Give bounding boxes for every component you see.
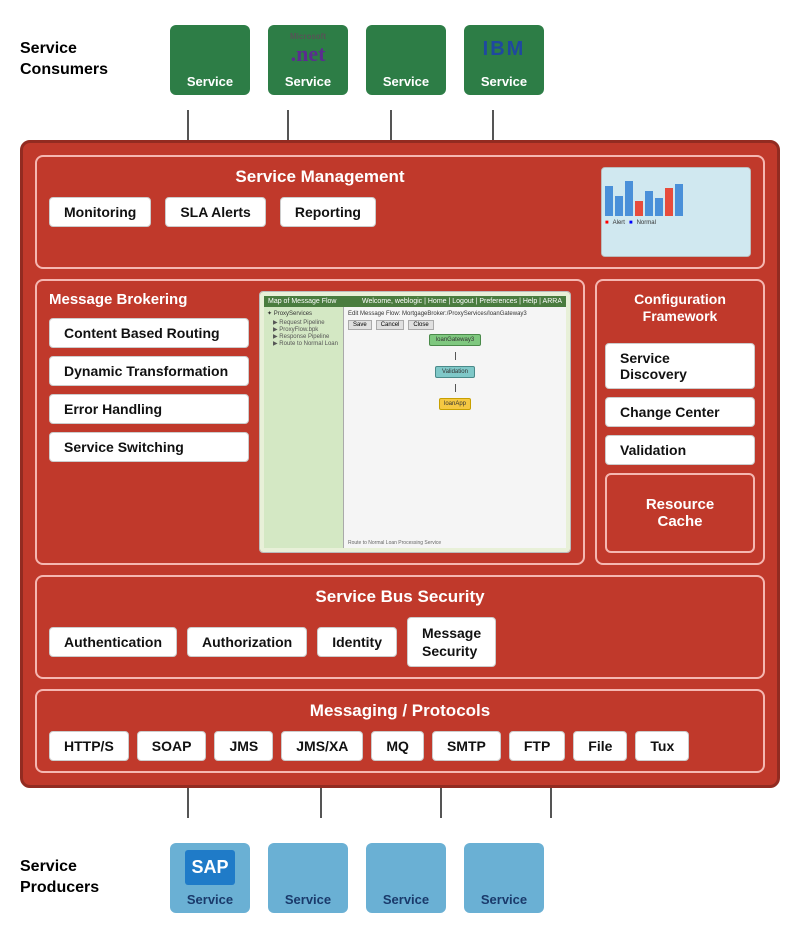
- service-bus-security-title: Service Bus Security: [49, 587, 751, 607]
- service-management-section: Service Management Monitoring SLA Alerts…: [35, 155, 765, 269]
- bottom-connector-3: [440, 788, 442, 818]
- service-producers-label: ServiceProducers: [20, 857, 140, 899]
- reporting-box: Reporting: [280, 197, 376, 227]
- bottom-connector-4: [550, 788, 552, 818]
- sm-screenshot-inner: ■Alert ■Normal: [602, 168, 750, 256]
- mp-items: HTTP/S SOAP JMS JMS/XA MQ SMTP FTP File …: [49, 731, 751, 761]
- service-producers-section: ServiceProducers SAP Service Service Ser…: [0, 818, 800, 928]
- main-panel: Service Management Monitoring SLA Alerts…: [20, 140, 780, 788]
- producer-service-2-label: Service: [285, 892, 331, 907]
- authentication-box: Authentication: [49, 627, 177, 657]
- producer-service-1-label: Service: [187, 892, 233, 907]
- sbs-items: Authentication Authorization Identity Me…: [49, 617, 751, 667]
- cbr-box: Content Based Routing: [49, 318, 249, 348]
- service-producers-boxes: SAP Service Service Service Service: [170, 843, 544, 913]
- dt-box: Dynamic Transformation: [49, 356, 249, 386]
- sla-alerts-box: SLA Alerts: [165, 197, 266, 227]
- consumer-service-3-label: Service: [383, 74, 429, 89]
- mb-screenshot-content: Map of Message Flow Welcome, weblogic | …: [260, 292, 570, 552]
- bottom-connector-2: [320, 788, 322, 818]
- ss-box: Service Switching: [49, 432, 249, 462]
- message-brokering-title: Message Brokering: [49, 291, 249, 308]
- producer-service-2: Service: [268, 843, 348, 913]
- bottom-connectors: [20, 788, 780, 818]
- service-management-title: Service Management: [49, 167, 591, 187]
- consumer-service-2: Microsoft .net Service: [268, 25, 348, 95]
- message-brokering-section: Message Brokering Content Based Routing …: [35, 279, 585, 565]
- tux-box: Tux: [635, 731, 689, 761]
- identity-box: Identity: [317, 627, 397, 657]
- producer-service-4: Service: [464, 843, 544, 913]
- file-box: File: [573, 731, 627, 761]
- message-brokering-screenshot: Map of Message Flow Welcome, weblogic | …: [259, 291, 571, 553]
- smtp-box: SMTP: [432, 731, 501, 761]
- consumer-service-4: IBM Service: [464, 25, 544, 95]
- connector-4: [492, 110, 494, 140]
- producer-service-3: Service: [366, 843, 446, 913]
- service-bus-security-section: Service Bus Security Authentication Auth…: [35, 575, 765, 679]
- consumer-service-3: Service: [366, 25, 446, 95]
- service-management-screenshot: ■Alert ■Normal: [601, 167, 751, 257]
- eh-box: Error Handling: [49, 394, 249, 424]
- monitoring-box: Monitoring: [49, 197, 151, 227]
- bottom-connector-1: [187, 788, 189, 818]
- mq-box: MQ: [371, 731, 424, 761]
- top-connectors: [20, 110, 780, 140]
- consumer-service-4-label: Service: [481, 74, 527, 89]
- middle-row: Message Brokering Content Based Routing …: [35, 279, 765, 565]
- service-consumers-section: ServiceConsumers Service Microsoft .net …: [0, 0, 800, 110]
- ftp-box: FTP: [509, 731, 565, 761]
- producer-service-4-label: Service: [481, 892, 527, 907]
- consumer-service-1: Service: [170, 25, 250, 95]
- jms-box: JMS: [214, 731, 273, 761]
- authorization-box: Authorization: [187, 627, 307, 657]
- producer-service-1: SAP Service: [170, 843, 250, 913]
- messaging-protocols-title: Messaging / Protocols: [49, 701, 751, 721]
- producer-service-3-label: Service: [383, 892, 429, 907]
- resource-cache-label: ResourceCache: [646, 496, 714, 530]
- https-box: HTTP/S: [49, 731, 129, 761]
- soap-box: SOAP: [137, 731, 207, 761]
- connector-2: [287, 110, 289, 140]
- connector-1: [187, 110, 189, 140]
- service-consumers-boxes: Service Microsoft .net Service Service I…: [170, 25, 544, 95]
- message-brokering-left: Message Brokering Content Based Routing …: [49, 291, 249, 553]
- jmsxa-box: JMS/XA: [281, 731, 363, 761]
- service-management-items: Monitoring SLA Alerts Reporting: [49, 197, 591, 227]
- consumer-service-4-icon: IBM: [479, 25, 529, 74]
- connector-3: [390, 110, 392, 140]
- consumer-service-2-icon: Microsoft .net: [283, 25, 333, 74]
- message-security-box: MessageSecurity: [407, 617, 496, 667]
- messaging-protocols-section: Messaging / Protocols HTTP/S SOAP JMS JM…: [35, 689, 765, 773]
- service-discovery-box: Service Discovery: [605, 343, 755, 389]
- message-brokering-items: Content Based Routing Dynamic Transforma…: [49, 318, 249, 462]
- consumer-service-2-label: Service: [285, 74, 331, 89]
- config-framework-section: Configuration Framework Service Discover…: [595, 279, 765, 565]
- validation-box: Validation: [605, 435, 755, 465]
- change-center-box: Change Center: [605, 397, 755, 427]
- producer-service-1-icon: SAP: [185, 843, 235, 892]
- service-consumers-label: ServiceConsumers: [20, 39, 140, 81]
- service-management-left: Service Management Monitoring SLA Alerts…: [49, 167, 591, 227]
- resource-cache-box: ResourceCache: [605, 473, 755, 553]
- consumer-service-1-label: Service: [187, 74, 233, 89]
- config-framework-title: Configuration Framework: [605, 291, 755, 325]
